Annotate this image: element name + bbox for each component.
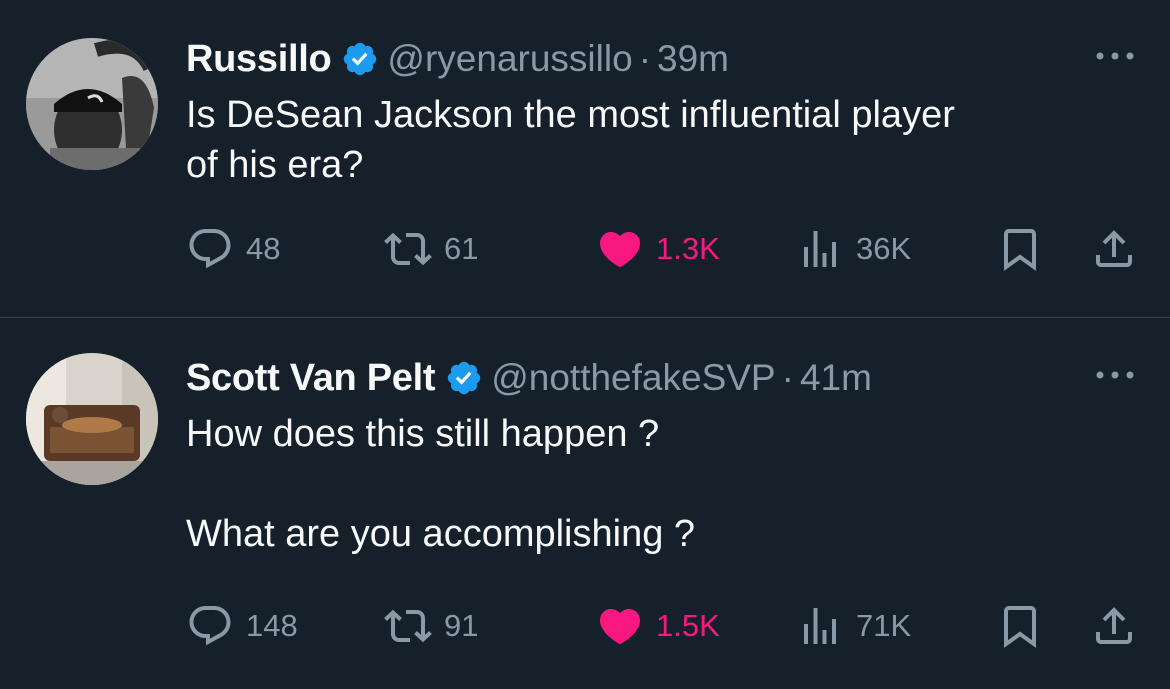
tweet-body: Russillo @ryenarussillo · 39m Is DeSean … xyxy=(186,34,1140,190)
bookmark-icon xyxy=(1004,229,1036,271)
share-button[interactable] xyxy=(1090,601,1138,651)
tweet[interactable]: Scott Van Pelt @notthefakeSVP · 41m How … xyxy=(0,319,1170,689)
like-count: 1.3K xyxy=(656,231,720,266)
reply-count: 48 xyxy=(246,231,281,266)
share-icon xyxy=(1096,230,1132,267)
reply-count: 148 xyxy=(246,608,298,643)
retweet-count: 61 xyxy=(444,231,479,266)
like-button[interactable]: 1.3K xyxy=(596,224,720,274)
share-icon xyxy=(1096,607,1132,644)
like-button[interactable]: 1.5K xyxy=(596,601,720,651)
separator-dot: · xyxy=(781,357,794,398)
avatar[interactable] xyxy=(26,353,158,485)
tweet-text: How does this still happen ? What are yo… xyxy=(186,413,696,555)
action-bar: 48 61 1.3K 36K xyxy=(186,224,1146,274)
views-icon xyxy=(804,231,836,267)
like-count: 1.5K xyxy=(656,608,720,643)
timestamp[interactable]: 39m xyxy=(657,38,729,80)
views-count: 36K xyxy=(856,231,912,266)
reply-icon xyxy=(189,606,231,646)
verified-badge-icon xyxy=(344,42,377,76)
retweet-icon xyxy=(384,232,432,266)
bookmark-button[interactable] xyxy=(996,224,1044,274)
heart-icon xyxy=(599,609,641,645)
views-button[interactable]: 36K xyxy=(796,224,911,274)
bookmark-icon xyxy=(1004,606,1036,648)
reply-icon xyxy=(189,229,231,269)
heart-icon xyxy=(599,232,641,268)
views-icon xyxy=(804,608,836,644)
views-button[interactable]: 71K xyxy=(796,601,911,651)
share-button[interactable] xyxy=(1090,224,1138,274)
retweet-button[interactable]: 61 xyxy=(384,224,478,274)
separator-dot: · xyxy=(638,38,652,79)
tweet[interactable]: Russillo @ryenarussillo · 39m Is DeSean … xyxy=(0,0,1170,318)
retweet-button[interactable]: 91 xyxy=(384,601,478,651)
timestamp[interactable]: 41m xyxy=(800,357,872,399)
reply-button[interactable]: 148 xyxy=(186,601,298,651)
bookmark-button[interactable] xyxy=(996,601,1044,651)
retweet-icon xyxy=(384,609,432,643)
display-name[interactable]: Scott Van Pelt xyxy=(186,357,436,400)
tweet-header: Scott Van Pelt @notthefakeSVP · 41m xyxy=(186,353,1140,403)
more-icon[interactable] xyxy=(1090,363,1140,387)
tweet-body: Scott Van Pelt @notthefakeSVP · 41m How … xyxy=(186,353,1140,559)
views-count: 71K xyxy=(856,608,912,643)
tweet-header: Russillo @ryenarussillo · 39m xyxy=(186,34,1140,84)
timeline-feed: Russillo @ryenarussillo · 39m Is DeSean … xyxy=(0,0,1170,689)
verified-badge-icon xyxy=(447,361,481,395)
display-name[interactable]: Russillo xyxy=(186,38,332,81)
reply-button[interactable]: 48 xyxy=(186,224,280,274)
action-bar: 148 91 1.5K 71K xyxy=(186,601,1146,651)
user-handle[interactable]: @ryenarussillo xyxy=(387,38,632,80)
avatar[interactable] xyxy=(26,38,158,170)
user-handle[interactable]: @notthefakeSVP xyxy=(491,357,775,399)
more-icon[interactable] xyxy=(1090,44,1140,68)
tweet-text: Is DeSean Jackson the most influential p… xyxy=(186,94,955,186)
retweet-count: 91 xyxy=(444,608,479,643)
